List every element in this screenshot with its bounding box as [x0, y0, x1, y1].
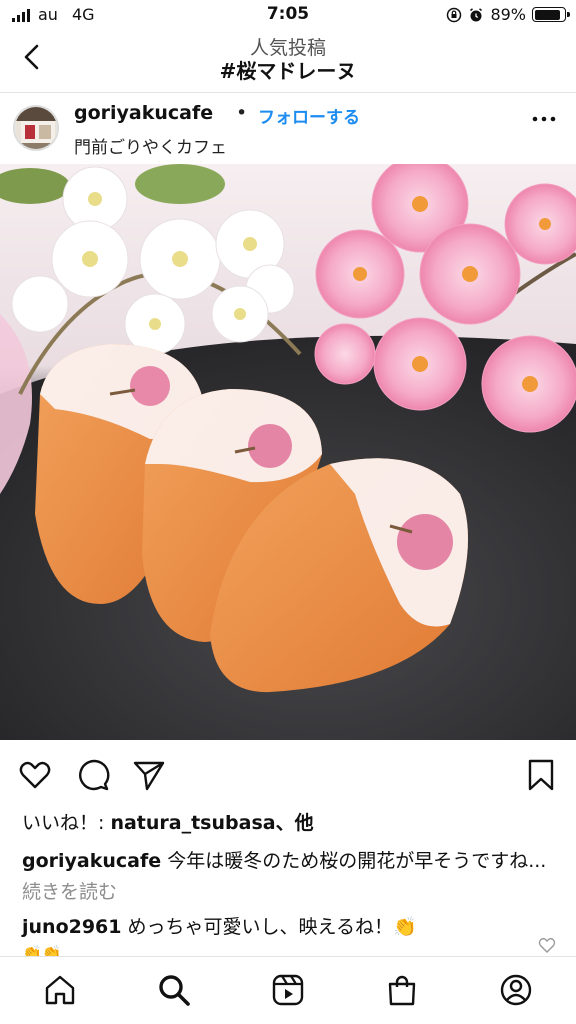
battery-icon: [532, 7, 570, 22]
reels-icon[interactable]: [271, 973, 305, 1007]
comment: juno2961 めっちゃ可愛いし、映えるね！👏: [22, 912, 532, 942]
likes-suffix[interactable]: 、他: [276, 812, 314, 834]
comment-icon[interactable]: [76, 758, 110, 792]
comment-text: めっちゃ可愛いし、映えるね！👏: [121, 916, 417, 938]
post-location[interactable]: 門前ごりやくカフェ: [74, 133, 227, 158]
follow-button[interactable]: フォローする: [258, 103, 360, 128]
send-icon[interactable]: [132, 758, 166, 792]
comment-like-icon[interactable]: [538, 936, 556, 954]
likes-line: いいね！: natura_tsubasa、他: [22, 808, 314, 835]
battery-percent: 89%: [490, 5, 526, 24]
orientation-lock-icon: [447, 7, 462, 22]
page-title: #桜マドレーヌ: [219, 59, 357, 83]
home-icon[interactable]: [43, 973, 77, 1007]
more-icon[interactable]: [532, 115, 556, 123]
action-bar: [0, 740, 576, 806]
heart-icon[interactable]: [18, 758, 52, 792]
read-more-link[interactable]: 続きを読む: [22, 881, 117, 903]
post-header: goriyakucafe • フォローする 門前ごりやくカフェ: [0, 92, 576, 164]
shop-icon[interactable]: [385, 973, 419, 1007]
tab-bar: [0, 956, 576, 1024]
status-right: 89%: [446, 5, 570, 24]
bookmark-icon[interactable]: [524, 758, 558, 792]
search-icon[interactable]: [157, 973, 191, 1007]
battery-fill: [534, 9, 561, 20]
status-bar: au 4G 7:05 89%: [0, 0, 576, 30]
caption-username[interactable]: goriyakucafe: [22, 850, 161, 872]
profile-icon[interactable]: [499, 973, 533, 1007]
madeleine-photo: [0, 164, 576, 740]
nav-header: 人気投稿 #桜マドレーヌ: [0, 30, 576, 90]
caption: goriyakucafe 今年は暖冬のため桜の開花が早そうですね... 続きを読…: [22, 846, 562, 908]
separator-dot: •: [236, 102, 248, 124]
avatar[interactable]: [13, 105, 59, 151]
caption-text: 今年は暖冬のため桜の開花が早そうですね...: [161, 850, 547, 872]
post-username[interactable]: goriyakucafe: [74, 102, 213, 124]
comment-username[interactable]: juno2961: [22, 916, 122, 938]
likes-user[interactable]: natura_tsubasa: [110, 812, 275, 834]
post-image[interactable]: [0, 164, 576, 740]
alarm-icon: [470, 7, 483, 21]
likes-prefix: いいね！:: [22, 812, 111, 834]
